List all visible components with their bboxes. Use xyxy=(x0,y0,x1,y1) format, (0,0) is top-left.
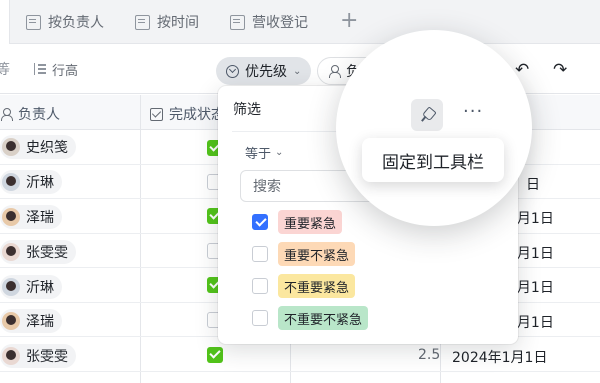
filter-option[interactable]: 不重要紧急 xyxy=(252,274,356,298)
tab-label: 按负责人 xyxy=(48,15,104,31)
owner-column-header[interactable]: 负责人 xyxy=(0,104,60,124)
operator-label: 等于 xyxy=(245,147,272,162)
search-placeholder: 搜索 xyxy=(253,179,281,195)
option-checkbox[interactable] xyxy=(252,278,268,294)
status-column-header[interactable]: 完成状态 xyxy=(150,104,225,124)
owner-pill[interactable]: 沂琳 xyxy=(0,170,62,194)
board-icon xyxy=(26,14,41,30)
avatar xyxy=(2,173,20,191)
owner-pill[interactable]: 沂琳 xyxy=(0,275,62,299)
filter-title: 筛选 xyxy=(233,102,261,118)
active-view-tab-edge[interactable] xyxy=(0,0,10,44)
avatar xyxy=(2,243,20,261)
done-checkbox[interactable] xyxy=(207,347,223,363)
owner-name: 沂琳 xyxy=(26,175,54,191)
filter-option[interactable]: 重要不紧急 xyxy=(252,242,356,266)
operator-select[interactable]: 等于 ⌄ xyxy=(245,143,283,162)
checkbox-field-icon xyxy=(150,107,163,121)
priority-tag: 不重要紧急 xyxy=(278,274,356,298)
avatar xyxy=(2,347,20,365)
date-cell[interactable]: 2024年1月1日 xyxy=(452,347,547,367)
filter-option[interactable]: 不重要不紧急 xyxy=(252,306,369,330)
tab-revenue[interactable]: 营收登记 xyxy=(230,0,308,44)
tab-label: 营收登记 xyxy=(252,15,308,31)
row-height-button[interactable]: 行高 xyxy=(34,57,78,81)
person-icon xyxy=(0,108,13,121)
owner-pill[interactable]: 张雯雯 xyxy=(0,240,76,264)
number-cell[interactable]: 2.5 xyxy=(418,347,440,363)
owner-header-label: 负责人 xyxy=(18,107,60,123)
priority-icon xyxy=(226,64,239,78)
pin-icon xyxy=(416,104,437,125)
date-cell[interactable]: 日 xyxy=(526,174,540,194)
row-height-icon xyxy=(34,63,46,75)
person-icon xyxy=(328,65,341,78)
list-icon xyxy=(135,14,150,30)
tab-by-time[interactable]: 按时间 xyxy=(135,0,199,44)
filter-option[interactable]: 重要紧急 xyxy=(252,210,343,234)
priority-label: 优先级 xyxy=(245,64,287,80)
owner-pill[interactable]: 张雯雯 xyxy=(0,344,76,368)
form-icon xyxy=(230,14,245,30)
tooltip: 固定到工具栏 xyxy=(362,138,504,182)
option-checkbox[interactable] xyxy=(252,214,268,230)
option-checkbox[interactable] xyxy=(252,246,268,262)
toolbar-cut-item[interactable]: 等 xyxy=(0,57,10,81)
owner-name: 张雯雯 xyxy=(26,349,68,365)
priority-tag: 不重要不紧急 xyxy=(278,306,369,330)
option-checkbox[interactable] xyxy=(252,310,268,326)
owner-name: 张雯雯 xyxy=(26,245,68,261)
owner-name: 泽瑞 xyxy=(26,314,54,330)
group-by-priority-button[interactable]: 优先级 ⌄ xyxy=(216,57,312,85)
avatar xyxy=(2,312,20,330)
chevron-down-icon: ⌄ xyxy=(275,147,284,158)
more-icon[interactable]: ··· xyxy=(463,101,483,122)
toolbar-cut-glyph: 等 xyxy=(0,62,10,78)
redo-icon[interactable]: ↷ xyxy=(553,60,567,80)
owner-name: 史织笺 xyxy=(26,140,68,156)
owner-name: 沂琳 xyxy=(26,280,54,296)
avatar xyxy=(2,208,20,226)
row-height-label: 行高 xyxy=(52,63,79,79)
status-header-label: 完成状态 xyxy=(169,107,225,123)
avatar xyxy=(2,138,20,156)
add-view-icon[interactable]: + xyxy=(340,8,358,33)
tab-by-owner[interactable]: 按负责人 xyxy=(26,0,104,44)
priority-tag: 重要不紧急 xyxy=(278,242,356,266)
owner-name: 泽瑞 xyxy=(26,210,54,226)
priority-tag: 重要紧急 xyxy=(278,210,343,234)
tab-label: 按时间 xyxy=(157,15,199,31)
owner-pill[interactable]: 泽瑞 xyxy=(0,309,62,333)
owner-pill[interactable]: 泽瑞 xyxy=(0,205,62,229)
avatar xyxy=(2,278,20,296)
owner-pill[interactable]: 史织笺 xyxy=(0,135,76,159)
chevron-down-icon: ⌄ xyxy=(293,65,302,77)
pin-to-toolbar-button[interactable] xyxy=(411,99,443,131)
